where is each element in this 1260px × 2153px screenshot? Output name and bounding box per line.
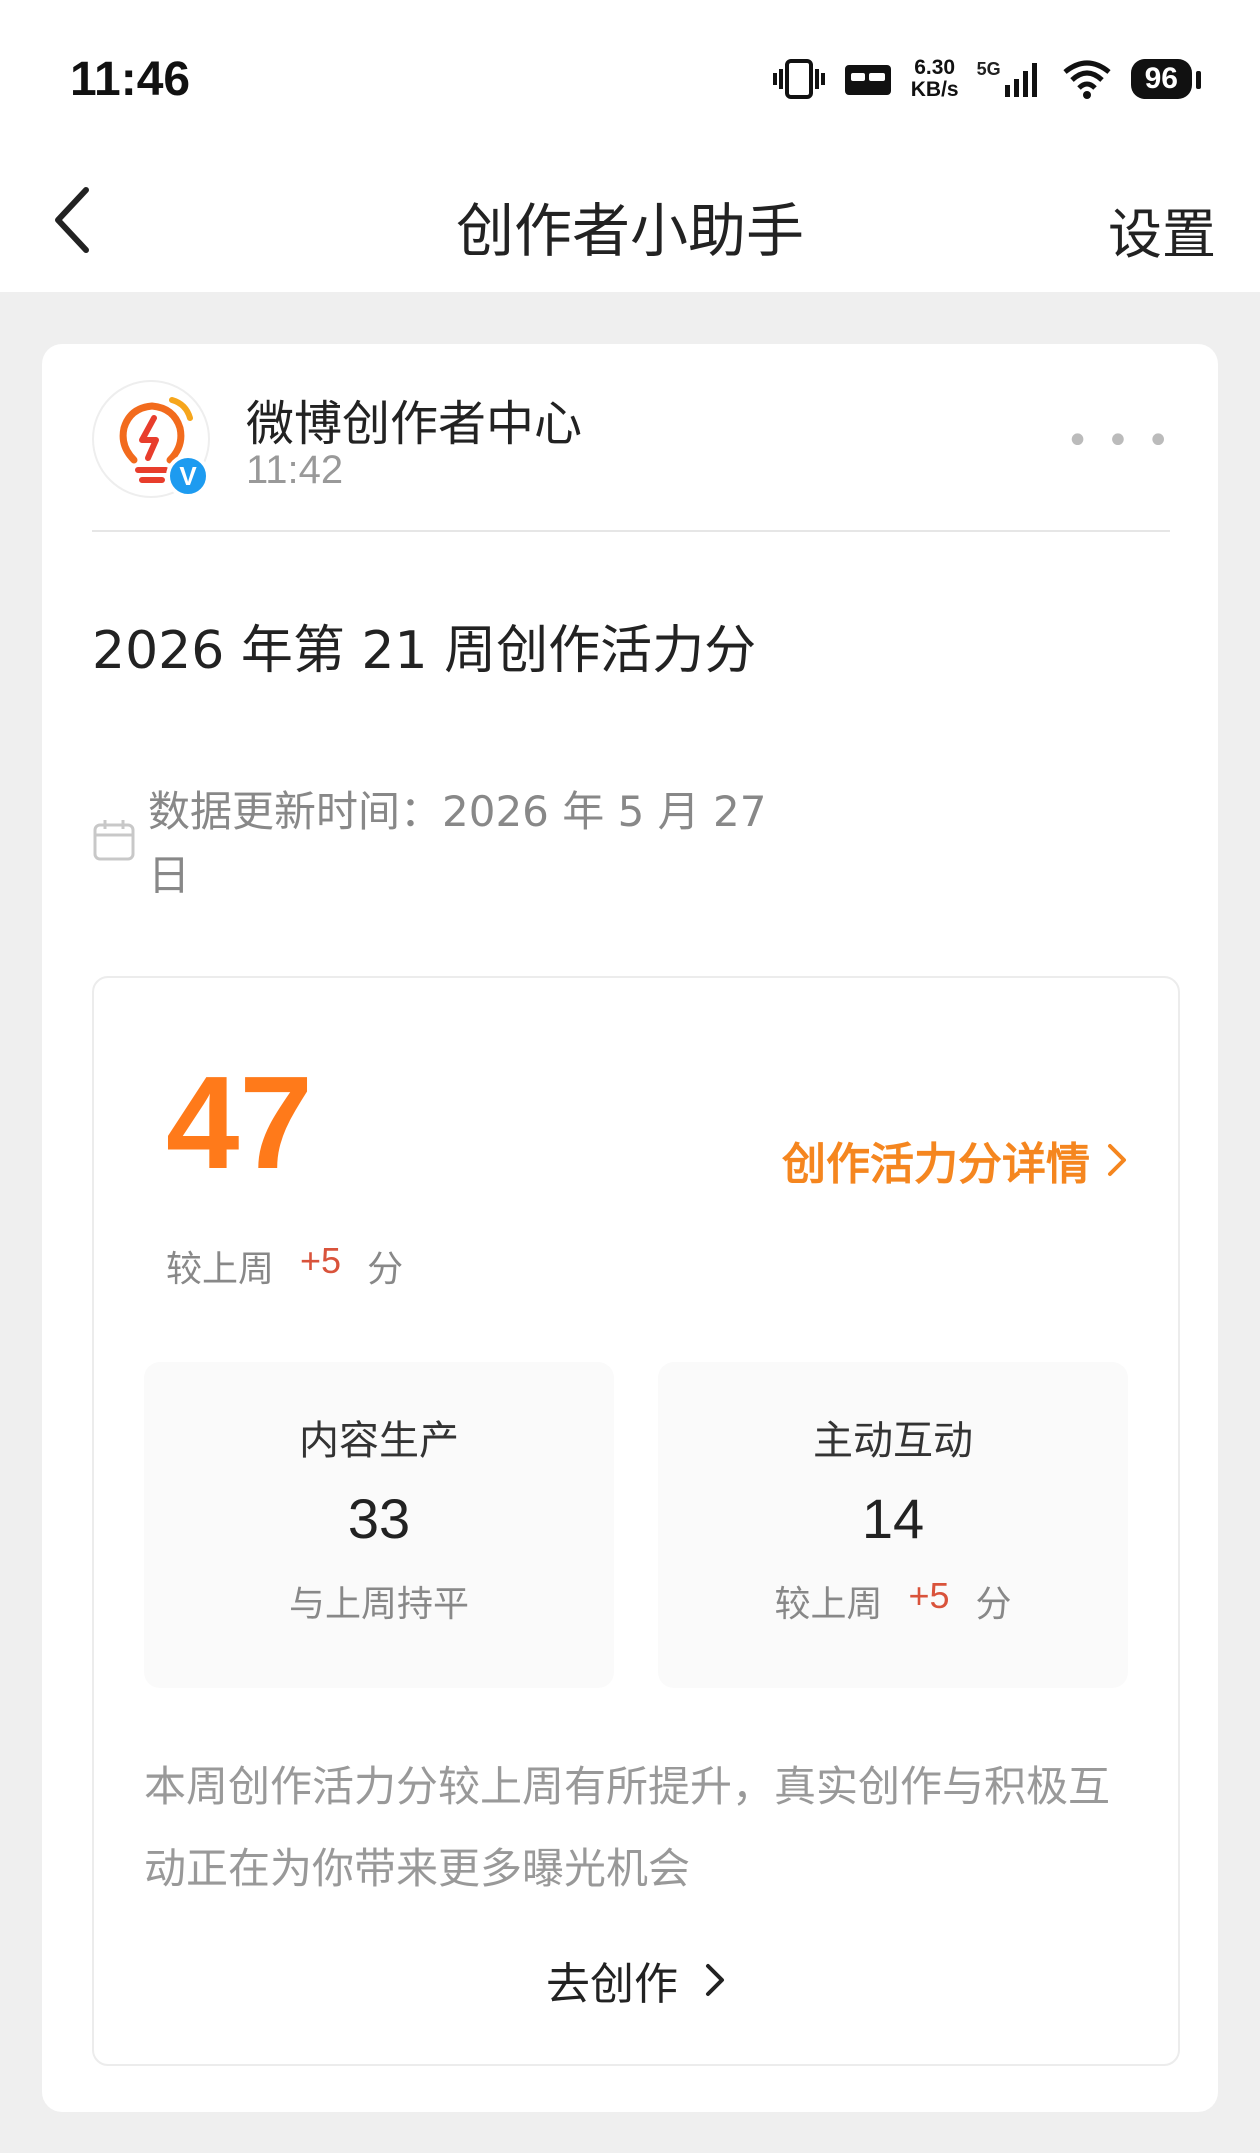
message-title: 2026 年第 21 周创作活力分 — [92, 621, 757, 681]
message-card: V 微博创作者中心 11:42 • • • 2026 年第 21 周创作活力分 … — [42, 344, 1218, 2112]
message-time: 11:42 — [246, 448, 344, 492]
net-speed-unit: KB/s — [910, 78, 959, 101]
content-production-note-text: 与上周持平 — [288, 1584, 469, 1625]
weekly-compare: 较上周 +5 分 — [166, 1240, 403, 1292]
go-create-button[interactable]: 去创作 — [94, 1948, 1178, 2012]
interaction-note-suffix: 分 — [975, 1584, 1012, 1625]
compare-delta: +5 — [300, 1240, 342, 1281]
verified-badge-icon: V — [166, 454, 210, 498]
divider — [92, 530, 1170, 532]
sleep-mode-icon — [844, 65, 891, 95]
compare-suffix: 分 — [367, 1249, 404, 1290]
more-options-icon[interactable]: • • • — [1066, 418, 1172, 464]
wifi-icon — [1063, 60, 1111, 99]
content-production-value: 33 — [347, 1487, 411, 1550]
score-detail-link[interactable]: 创作活力分详情 — [782, 1128, 1128, 1192]
network-type: 5G — [976, 59, 1001, 79]
active-interaction-tile: 主动互动 14 较上周 +5 分 — [658, 1362, 1128, 1688]
compare-prefix: 较上周 — [166, 1249, 275, 1290]
data-update-time: 数据更新时间：2026 年 5 月 27 日 — [148, 787, 767, 900]
content-production-title: 内容生产 — [299, 1418, 459, 1464]
active-interaction-value: 14 — [861, 1487, 925, 1550]
vibrate-icon — [772, 59, 825, 99]
status-icons: 6.30 KB/s 5G 96 — [772, 54, 1202, 104]
net-speed-value: 6.30 — [914, 56, 956, 79]
active-interaction-note: 较上周 +5 分 — [658, 1575, 1128, 1627]
summary-text: 本周创作活力分较上周有所提升，真实创作与积极互动正在为你带来更多曝光机会 — [144, 1762, 1111, 1893]
cellular-signal: 5G — [977, 59, 1043, 99]
interaction-note-prefix: 较上周 — [774, 1584, 883, 1625]
chevron-right-icon — [1108, 1144, 1126, 1176]
content-production-tile: 内容生产 33 与上周持平 — [144, 1362, 614, 1688]
score-panel: 47 创作活力分详情 较上周 +5 分 内容生产 33 与上周持平 主动互动 1… — [92, 976, 1180, 2066]
net-speed: 6.30 KB/s — [911, 57, 959, 101]
nav-bar: 创作者小助手 设置 — [0, 150, 1260, 292]
sender-name[interactable]: 微博创作者中心 — [246, 384, 582, 454]
vitality-score: 47 — [166, 1049, 313, 1196]
settings-button[interactable]: 设置 — [1108, 190, 1216, 269]
content-production-note: 与上周持平 — [144, 1575, 614, 1627]
calendar-icon — [93, 820, 135, 861]
score-detail-label: 创作活力分详情 — [782, 1139, 1090, 1190]
interaction-note-delta: +5 — [908, 1575, 950, 1616]
go-create-label: 去创作 — [546, 1959, 678, 2010]
status-bar: 11:46 6.30 KB/s 5G 96 — [0, 0, 1260, 150]
page-title: 创作者小助手 — [455, 197, 804, 265]
status-time: 11:46 — [70, 53, 191, 106]
signal-icon — [1004, 63, 1037, 97]
active-interaction-title: 主动互动 — [813, 1418, 973, 1464]
chevron-right-icon — [706, 1964, 724, 1996]
battery-indicator: 96 — [1130, 59, 1202, 99]
